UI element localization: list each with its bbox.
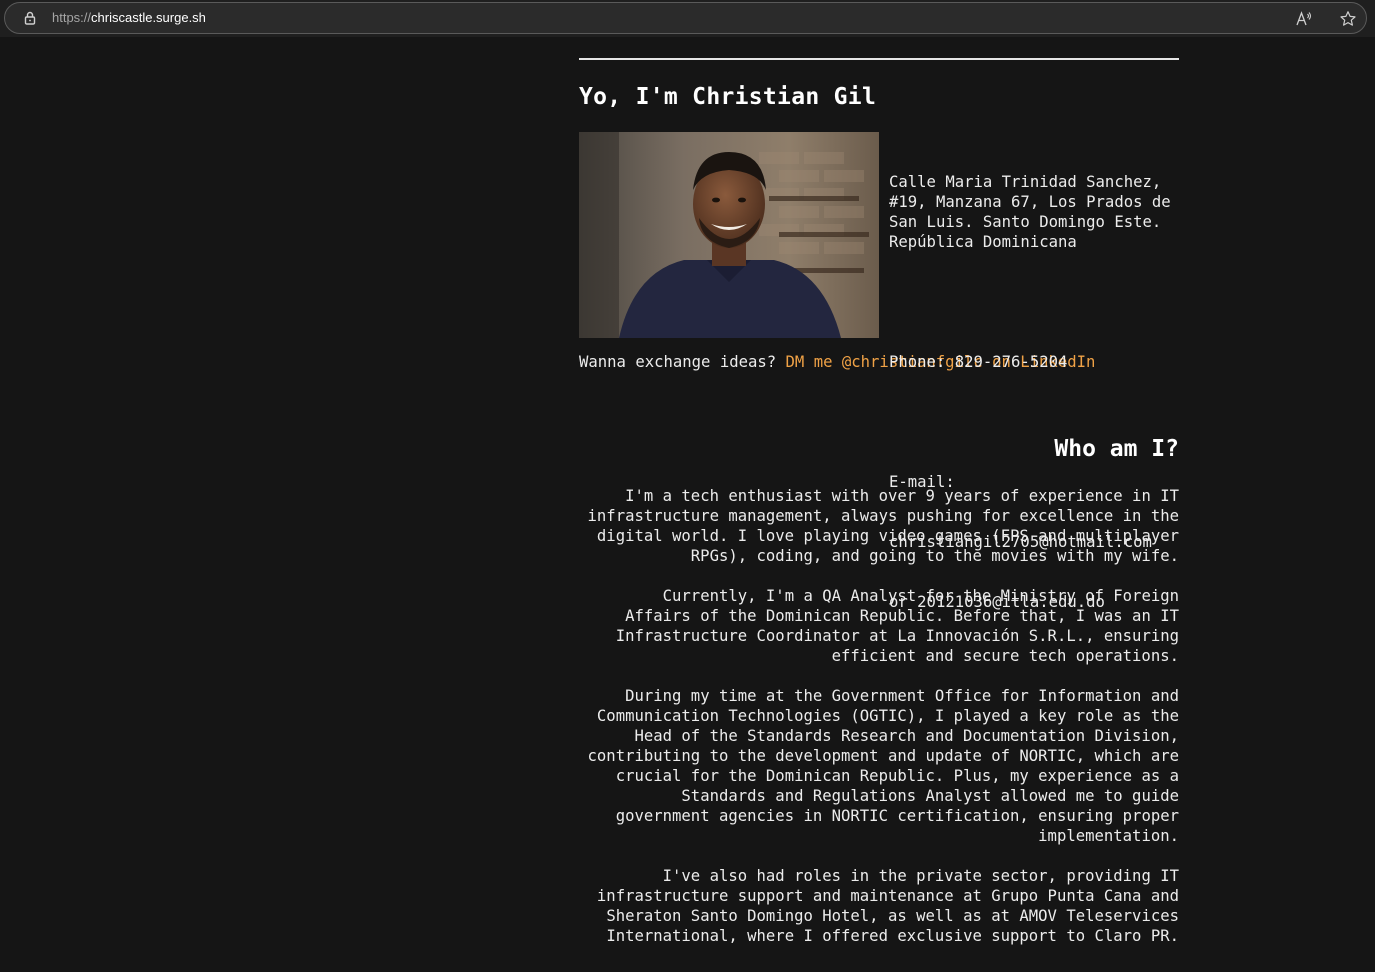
address-bar[interactable]: https://chriscastle.surge.sh (4, 2, 1367, 34)
email-label: E-mail: (889, 473, 955, 491)
phone-text: Phone: 829-276-5204 (889, 353, 1068, 371)
contact-info: Calle Maria Trinidad Sanchez, #19, Manza… (889, 132, 1179, 652)
profile-section: Calle Maria Trinidad Sanchez, #19, Manza… (579, 132, 1179, 611)
url-protocol: https:// (52, 10, 92, 25)
main-content: Yo, I'm Christian Gil Calle Maria Trinid… (579, 37, 1179, 966)
read-aloud-icon[interactable] (1295, 10, 1313, 28)
bio-paragraph: I've also had roles in the private secto… (596, 867, 1179, 945)
browser-toolbar: https://chriscastle.surge.sh (0, 0, 1375, 37)
bio-paragraph: During my time at the Government Office … (587, 687, 1179, 845)
page-title: Yo, I'm Christian Gil (579, 84, 877, 110)
profile-photo (579, 132, 879, 338)
cta-prefix: Wanna exchange ideas? (579, 353, 786, 371)
email-secondary: or 20121036@itla.edu.do (889, 593, 1105, 611)
lock-icon[interactable] (22, 10, 38, 26)
address-text: Calle Maria Trinidad Sanchez, #19, Manza… (889, 173, 1181, 251)
url-text[interactable]: https://chriscastle.surge.sh (52, 10, 206, 26)
top-divider (579, 58, 1179, 60)
star-icon[interactable] (1339, 10, 1357, 28)
url-host: chriscastle.surge.sh (91, 10, 206, 25)
email-primary: christiangil2705@hotmail.com (889, 533, 1152, 551)
